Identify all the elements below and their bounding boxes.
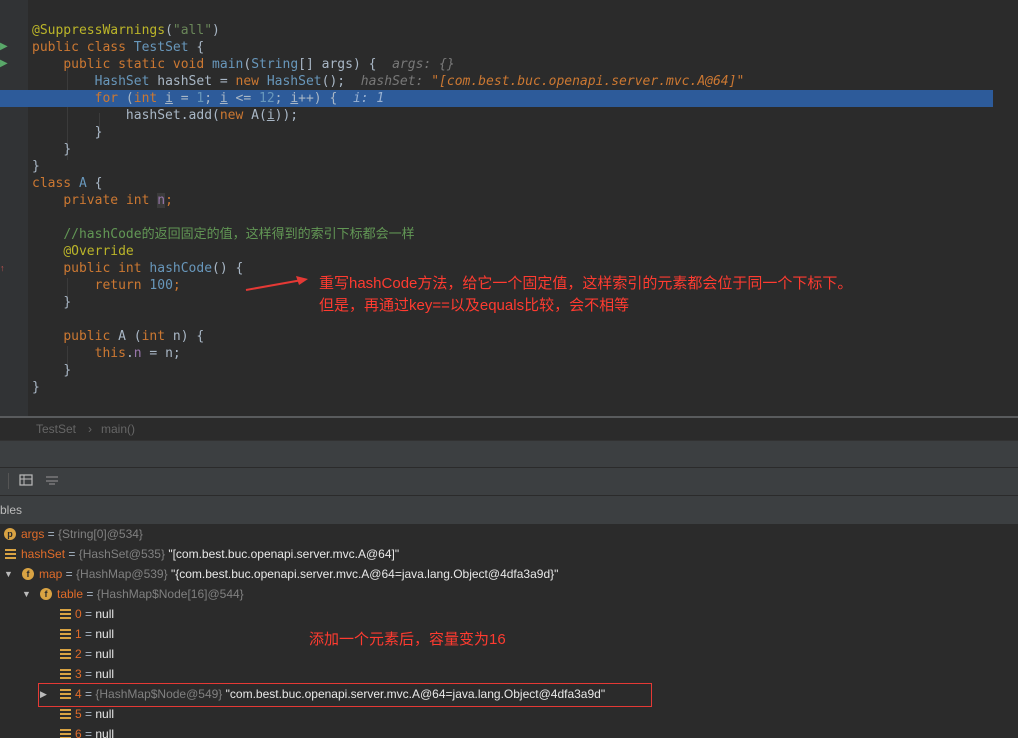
debug-tool-window-header bbox=[0, 440, 1018, 467]
variables-title: bles bbox=[0, 503, 23, 517]
code-line: public class TestSet { bbox=[32, 40, 205, 55]
variable-row[interactable]: hashSet = {HashSet@535} "[com.best.buc.o… bbox=[0, 544, 1018, 564]
code-line: HashSet hashSet = new HashSet(); hashSet… bbox=[94, 74, 745, 89]
field-icon: f bbox=[22, 568, 34, 580]
array-element-icon bbox=[60, 729, 71, 738]
local-variable-icon bbox=[5, 549, 16, 559]
array-element-icon bbox=[60, 629, 71, 639]
annotation-text: 但是，再通过key==以及equals比较，会不相等 bbox=[319, 297, 630, 314]
capacity-annotation: 添加一个元素后，容量变为16 bbox=[309, 631, 506, 648]
code-line: public static void main(String[] args) {… bbox=[63, 57, 455, 72]
table-view-icon[interactable] bbox=[18, 473, 34, 489]
breadcrumb: TestSet › main() bbox=[0, 418, 1018, 440]
code-line: } bbox=[32, 380, 40, 395]
code-line: class A { bbox=[32, 176, 103, 191]
collapse-arrow-icon[interactable]: ▼ bbox=[4, 564, 14, 584]
code-line: } bbox=[63, 142, 72, 157]
code-line: hashSet.add(new A(i)); bbox=[125, 108, 299, 123]
variable-row[interactable]: p args = {String[0]@534} bbox=[0, 524, 1018, 544]
code-line: public A (int n) { bbox=[63, 329, 205, 344]
annotation-text: 重写hashCode方法，给它一个固定值，这样索引的元素都会位于同一个下标下。 bbox=[319, 275, 853, 292]
code-comment: //hashCode的返回固定的值，这样得到的索引下标都会一样 bbox=[63, 227, 415, 242]
watches-icon[interactable] bbox=[44, 473, 60, 489]
inline-debug-value: i: 1 bbox=[352, 91, 385, 106]
array-element-icon bbox=[60, 709, 71, 719]
collapse-arrow-icon[interactable]: ▼ bbox=[22, 584, 32, 604]
code-line: } bbox=[94, 125, 103, 140]
breadcrumb-method[interactable]: main() bbox=[101, 422, 135, 436]
array-element-row[interactable]: 3 = null bbox=[0, 664, 1018, 684]
highlight-box bbox=[38, 683, 652, 707]
array-element-row[interactable]: 6 = null bbox=[0, 724, 1018, 738]
breadcrumb-separator: › bbox=[88, 422, 92, 436]
field-icon: f bbox=[40, 588, 52, 600]
variables-panel-header: bles bbox=[0, 495, 1018, 525]
variable-row[interactable]: ▼ f map = {HashMap@539} "{com.best.buc.o… bbox=[0, 564, 1018, 584]
array-element-icon bbox=[60, 609, 71, 619]
breadcrumb-class[interactable]: TestSet bbox=[36, 422, 76, 436]
array-element-row[interactable]: 1 = null bbox=[0, 624, 1018, 644]
code-editor[interactable]: ▶ ▶ ↑ @SuppressWarnings("all") public cl… bbox=[0, 0, 1018, 416]
annotation-arrow bbox=[245, 276, 308, 291]
code-line: } bbox=[63, 363, 72, 378]
current-execution-line: for (int i = 1; i <= 12; i++) { i: 1 bbox=[0, 90, 993, 107]
debug-toolbar bbox=[0, 467, 1018, 495]
code-line: private int n; bbox=[63, 193, 173, 208]
array-element-row[interactable]: 5 = null bbox=[0, 704, 1018, 724]
inline-debug-value: args: {} bbox=[392, 57, 455, 72]
array-element-icon bbox=[60, 649, 71, 659]
code-line: @SuppressWarnings("all") bbox=[32, 23, 220, 38]
inline-debug-value: "[com.best.buc.openapi.server.mvc.A@64]" bbox=[431, 74, 745, 89]
array-element-icon bbox=[60, 669, 71, 679]
variable-row[interactable]: ▼ f table = {HashMap$Node[16]@544} bbox=[0, 584, 1018, 604]
array-element-row[interactable]: 2 = null bbox=[0, 644, 1018, 664]
code-line: } bbox=[32, 159, 40, 174]
code-line: @Override bbox=[63, 244, 134, 259]
code-line: this.n = n; bbox=[94, 346, 181, 361]
array-element-row[interactable]: 0 = null bbox=[0, 604, 1018, 624]
parameter-icon: p bbox=[4, 528, 16, 540]
